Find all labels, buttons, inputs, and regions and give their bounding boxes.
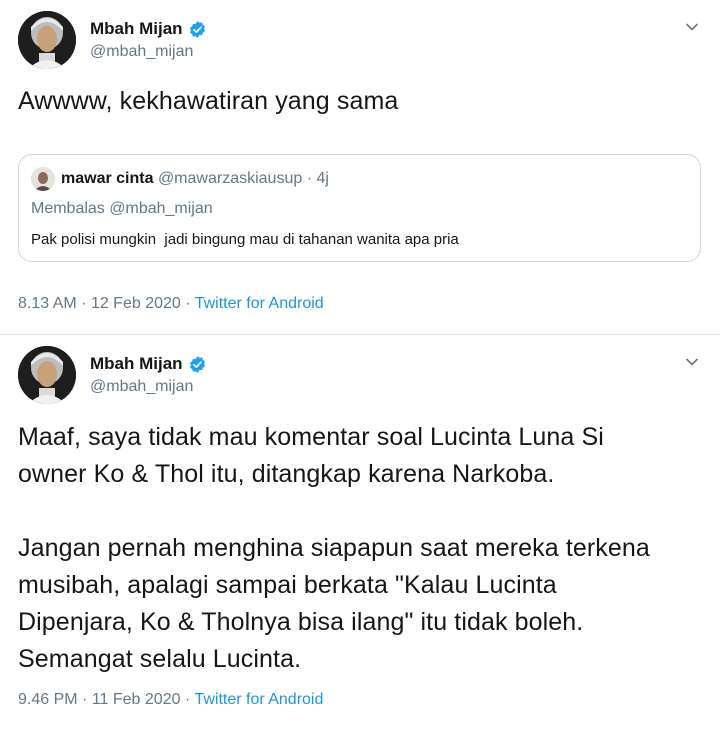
avatar[interactable]	[18, 346, 76, 404]
quoted-separator: ·	[306, 170, 313, 187]
avatar[interactable]	[18, 11, 76, 69]
tweet-2: Mbah Mijan @mbah_mijan Maaf, saya tidak …	[0, 335, 720, 730]
tweet-meta: 8.13 AM · 12 Feb 2020 · Twitter for Andr…	[18, 295, 324, 313]
verified-badge-icon	[189, 20, 205, 38]
quoted-handle[interactable]: @mawarzaskiausup	[158, 170, 302, 187]
chevron-down-icon[interactable]	[684, 354, 700, 370]
author-name-row: Mbah Mijan	[90, 19, 207, 39]
quoted-age: 4j	[316, 170, 329, 187]
quoted-avatar	[31, 167, 55, 191]
tweet-meta: 9.46 PM · 11 Feb 2020 · Twitter for Andr…	[18, 691, 323, 709]
meta-separator: ·	[81, 295, 87, 312]
tweet-source-link[interactable]: Twitter for Android	[194, 691, 323, 708]
author-name[interactable]: Mbah Mijan	[90, 354, 183, 374]
author-name-row: Mbah Mijan	[90, 354, 207, 374]
tweet-text: Awwww, kekhawatiran yang sama	[18, 87, 399, 115]
quoted-reply-to: Membalas @mbah_mijan	[31, 200, 213, 217]
author-handle[interactable]: @mbah_mijan	[90, 43, 193, 61]
tweet-time[interactable]: 9.46 PM	[18, 691, 78, 708]
meta-separator: ·	[185, 295, 191, 312]
tweet-text: Maaf, saya tidak mau komentar soal Lucin…	[18, 423, 650, 673]
tweet-time[interactable]: 8.13 AM	[18, 295, 77, 312]
chevron-down-icon[interactable]	[684, 19, 700, 35]
quoted-text: Pak polisi mungkin jadi bingung mau di t…	[31, 231, 459, 248]
verified-badge-icon	[189, 355, 205, 373]
meta-separator: ·	[82, 691, 88, 708]
meta-separator: ·	[184, 691, 191, 708]
tweet-date[interactable]: 11 Feb 2020	[92, 691, 181, 708]
quoted-header: mawar cinta @mawarzaskiausup · 4j	[61, 170, 329, 188]
quoted-tweet[interactable]: mawar cinta @mawarzaskiausup · 4j Membal…	[18, 154, 701, 262]
author-name[interactable]: Mbah Mijan	[90, 19, 183, 39]
quoted-name[interactable]: mawar cinta	[61, 170, 153, 187]
tweet-source-link[interactable]: Twitter for Android	[195, 295, 324, 312]
tweet-date[interactable]: 12 Feb 2020	[91, 295, 181, 312]
tweet-1: Mbah Mijan @mbah_mijan Awwww, kekhawatir…	[0, 0, 720, 335]
author-handle[interactable]: @mbah_mijan	[90, 378, 193, 396]
